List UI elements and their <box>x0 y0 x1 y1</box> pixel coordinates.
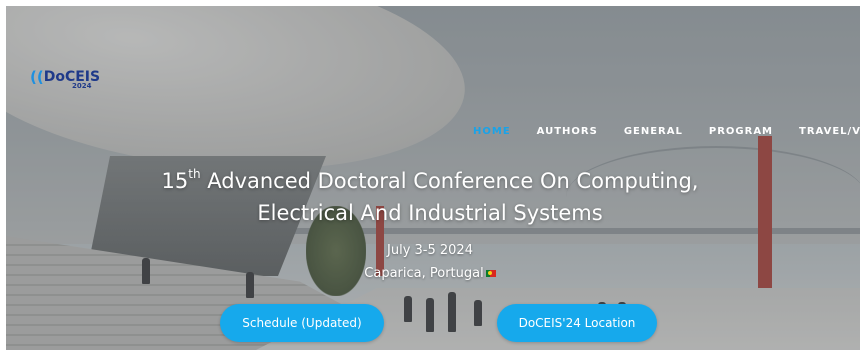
nav-item-travel-venue[interactable]: TRAVEL/VENUE <box>786 126 860 137</box>
location-button[interactable]: DoCEIS'24 Location <box>497 304 657 342</box>
nav-item-home[interactable]: HOME <box>460 126 524 137</box>
broadcast-waves-icon: (( <box>30 68 44 86</box>
nav-item-authors[interactable]: AUTHORS <box>524 126 611 137</box>
conference-title-line-2: Electrical And Industrial Systems <box>257 201 603 225</box>
conference-date: July 3-5 2024 <box>387 243 473 258</box>
title-ordinal-number: 15 <box>161 169 189 193</box>
portugal-flag-icon <box>485 270 496 277</box>
title-line-1-text: Advanced Doctoral Conference On Computin… <box>200 169 699 193</box>
nav-item-general[interactable]: GENERAL <box>611 126 696 137</box>
conference-location: Caparica, Portugal <box>230 266 630 281</box>
main-navigation: HOME AUTHORS GENERAL PROGRAM TRAVEL/VENU… <box>460 126 860 137</box>
title-ordinal-suffix: th <box>188 167 201 181</box>
schedule-button[interactable]: Schedule (Updated) <box>220 304 384 342</box>
logo-year: 2024 <box>72 82 92 90</box>
nav-item-program[interactable]: PROGRAM <box>696 126 786 137</box>
location-text: Caparica, Portugal <box>364 266 484 281</box>
doceis-logo[interactable]: (( DoCEIS 2024 <box>30 64 100 90</box>
conference-title-line-1: 15th Advanced Doctoral Conference On Com… <box>80 165 780 197</box>
